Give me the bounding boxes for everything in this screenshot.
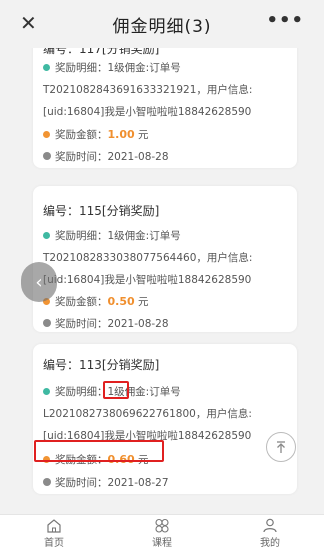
more-menu-icon[interactable]: ••• — [266, 11, 304, 31]
back-arrow-icon[interactable]: ‹ — [21, 262, 57, 302]
clock-icon — [43, 478, 51, 486]
dot-icon — [43, 131, 50, 138]
time-label: 奖励时间： — [55, 151, 108, 163]
close-icon[interactable]: ✕ — [20, 12, 37, 34]
commission-card: 编号：117[分销奖励] 奖励明细：1级佣金:订单号 T202108284369… — [33, 30, 297, 168]
time-label: 奖励时间： — [55, 318, 108, 330]
amount-value: 1.00 — [107, 128, 135, 141]
detail-line: T202108284369163332192​1，用户信息: — [43, 84, 253, 96]
detail-row: 奖励明细：1级佣金:订单号 — [43, 60, 181, 75]
tab-label: 课程 — [152, 538, 172, 549]
clock-icon — [43, 152, 51, 160]
clock-icon — [43, 319, 51, 327]
detail-line: [uid:16804]我是小智啦啦啦18842628590 — [43, 106, 252, 118]
record-code: 编号：115[分销奖励] — [43, 204, 160, 218]
tab-label: 我的 — [260, 538, 280, 549]
amount-unit: 元 — [137, 296, 149, 308]
time-row: 奖励时间：2021-08-28 — [43, 316, 169, 331]
detail-line: [uid:16804]我是小智啦啦啦18842628590 — [43, 274, 252, 286]
dot-icon — [43, 388, 50, 395]
bottom-tab-bar: 首页 课程 我的 — [0, 514, 324, 549]
home-icon — [46, 518, 62, 533]
tab-label: 首页 — [44, 538, 64, 549]
commission-card: 编号：113[分销奖励] 奖励明细：1级佣金:订单号 L202108273806… — [33, 344, 297, 494]
time-value: 2021-08-27 — [107, 477, 169, 489]
detail-text: 1级佣金:订单号 — [107, 230, 181, 242]
course-icon — [154, 518, 170, 533]
amount-row: 奖励金额：1.00 元 — [43, 127, 148, 142]
top-nav-bar: ✕ 佣金明细(3) ••• — [0, 0, 324, 48]
tab-home[interactable]: 首页 — [0, 515, 108, 549]
detail-row: 奖励明细：1级佣金:订单号 — [43, 228, 181, 243]
tab-course[interactable]: 课程 — [108, 515, 216, 549]
time-label: 奖励时间： — [55, 477, 108, 489]
commission-card: 编号：115[分销奖励] 奖励明细：1级佣金:订单号 T202108283303… — [33, 186, 297, 332]
dot-icon — [43, 64, 50, 71]
time-row: 奖励时间：2021-08-27 — [43, 475, 169, 490]
record-code: 编号：113[分销奖励] — [43, 358, 160, 372]
detail-text: 1级佣金:订单号 — [107, 62, 181, 74]
scroll-top-icon[interactable] — [266, 432, 296, 462]
amount-label: 奖励金额： — [55, 129, 108, 141]
amount-row: 奖励金额：0.50 元 — [43, 294, 148, 309]
detail-label: 奖励明细： — [55, 62, 108, 74]
time-value: 2021-08-28 — [107, 318, 169, 330]
detail-label: 奖励明细： — [55, 386, 108, 398]
time-value: 2021-08-28 — [107, 151, 169, 163]
amount-unit: 元 — [137, 129, 149, 141]
page-title: 佣金明细(3) — [112, 16, 212, 37]
detail-line: T202108283303807756446​0，用户信息: — [43, 252, 253, 264]
detail-label: 奖励明细： — [55, 230, 108, 242]
dot-icon — [43, 232, 50, 239]
detail-line: L202108273806962276180​0，用户信息: — [43, 408, 252, 420]
user-icon — [262, 518, 278, 533]
highlight-amount-box — [34, 440, 164, 462]
amount-label: 奖励金额： — [55, 296, 108, 308]
time-row: 奖励时间：2021-08-28 — [43, 149, 169, 164]
amount-value: 0.50 — [107, 295, 135, 308]
highlight-level-box — [103, 381, 129, 399]
detail-text: 佣金:订单号 — [124, 386, 181, 398]
tab-mine[interactable]: 我的 — [216, 515, 324, 549]
